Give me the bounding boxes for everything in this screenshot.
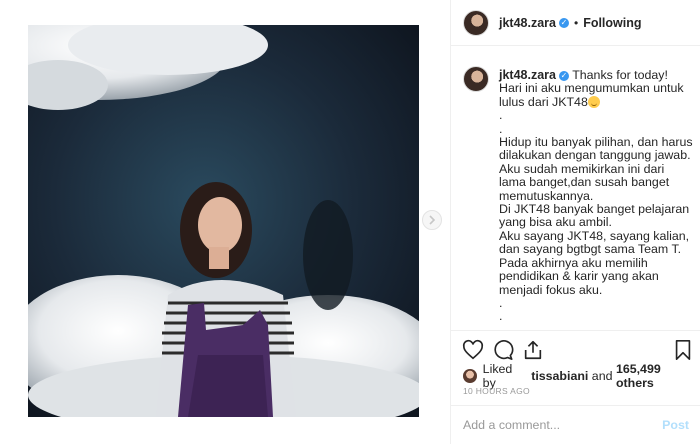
caption-line: yang bisa aku ambil. [499,215,612,230]
chevron-right-icon [429,215,436,225]
caption-line: Pada akhirnya aku memilih [499,255,648,270]
caption-line: lulus dari JKT48 [499,94,588,109]
bookmark-icon[interactable] [672,339,694,361]
photo-illustration [28,25,419,417]
avatar[interactable] [463,9,489,36]
liker-username[interactable]: tissabiani [531,369,588,383]
caption-avatar[interactable] [463,66,489,92]
caption-line: dilakukan dengan tanggung jawab. [499,148,691,163]
share-icon[interactable] [522,339,544,361]
caption-line: Thanks for today! [572,68,668,82]
caption-line: Di JKT48 banyak banget pelajaran [499,202,690,217]
caption-line: Aku sayang JKT48, sayang kalian, [499,228,690,243]
next-photo-button[interactable] [422,210,442,230]
caption-line: pendidikan & karir yang akan [499,269,659,284]
post-comment-button[interactable]: Post [662,418,689,432]
caption-line: dan sayang bgtbgt sama Team T. [499,242,682,257]
verified-badge-icon: ✓ [558,17,569,28]
following-button[interactable]: Following [583,16,641,30]
media-pane [0,0,450,444]
comment-icon[interactable] [492,339,514,361]
caption-body: jkt48.zara ✓ Thanks for today! Hari ini a… [499,68,694,330]
comment-input[interactable] [463,418,663,432]
caption-line: Hari ini aku mengumumkan untuk [499,81,684,96]
caption-first-line: jkt48.zara ✓ Thanks for today! [499,68,694,82]
likes-others-link[interactable]: 165,499 others [616,362,700,390]
post-photo[interactable] [28,25,419,417]
caption: jkt48.zara ✓ Thanks for today! Hari ini a… [451,60,700,330]
caption-line: memutuskannya. [499,188,594,203]
caption-line: menjadi fokus aku. [499,282,603,297]
post-header: jkt48.zara ✓ • Following [451,0,700,46]
verified-badge-icon: ✓ [558,70,569,81]
caption-line-emoji: lulus dari JKT48 [499,94,694,109]
comment-bar: Post [451,405,700,444]
post-sidebar: jkt48.zara ✓ • Following jkt48.zara ✓ Tha… [450,0,700,444]
header-username[interactable]: jkt48.zara [499,16,556,30]
caption-line: . [499,295,503,310]
caption-line: . [499,121,503,136]
caption-line: Aku sudah memikirkan ini dari [499,161,665,176]
caption-line: lama banget,dan susah banget [499,175,670,190]
liker-avatar[interactable] [463,369,477,383]
caption-line: . [499,309,503,324]
separator-dot: • [573,15,579,30]
caption-line: . [499,108,503,123]
caption-line: Hidup itu banyak pilihan, dan harus [499,135,693,150]
heart-icon[interactable] [462,339,484,361]
caption-username[interactable]: jkt48.zara [499,68,556,82]
likes-conjunction: and [591,369,613,383]
smiling-face-emoji-icon [587,95,600,108]
post-timestamp[interactable]: 10 HOURS AGO [463,386,530,396]
